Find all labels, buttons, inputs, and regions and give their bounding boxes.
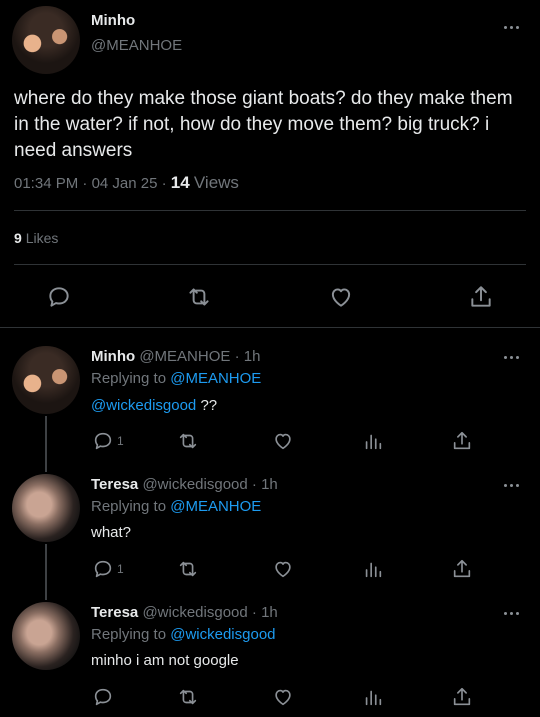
reply-count: 1 (117, 434, 124, 448)
replying-to: Replying to @MEANHOE (91, 369, 261, 389)
views-chart-icon[interactable] (362, 430, 384, 452)
reply-count: 1 (117, 562, 124, 576)
author-name[interactable]: Teresa (91, 476, 138, 493)
views-count: 14 (170, 173, 190, 192)
author-handle[interactable]: @MEANHOE (91, 37, 182, 55)
reply-icon[interactable] (92, 430, 114, 452)
views-chart-icon[interactable] (362, 558, 384, 580)
author-name[interactable]: Teresa (91, 604, 138, 621)
replying-prefix: Replying to (91, 626, 167, 643)
divider (0, 327, 540, 328)
heart-icon[interactable] (272, 558, 294, 580)
heart-icon[interactable] (328, 284, 354, 310)
reply-text-body: ?? (196, 397, 218, 414)
post-date[interactable]: 04 Jan 25 (92, 175, 158, 192)
reply-header: Minho @MEANHOE · 1h (91, 347, 260, 367)
reply-header: Teresa @wickedisgood · 1h (91, 475, 278, 495)
meta-separator: · (161, 175, 171, 192)
replying-to-link[interactable]: @MEANHOE (170, 370, 261, 387)
heart-icon[interactable] (272, 430, 294, 452)
avatar[interactable] (12, 602, 80, 670)
heart-icon[interactable] (272, 686, 294, 708)
meta-separator: · (234, 348, 244, 365)
avatar[interactable] (12, 346, 80, 414)
thread-line (45, 544, 47, 600)
post-age[interactable]: 1h (261, 476, 278, 493)
reply-header: Teresa @wickedisgood · 1h (91, 603, 278, 623)
avatar[interactable] (12, 6, 80, 74)
likes-label: Likes (25, 230, 59, 246)
likes-count: 9 (14, 230, 22, 246)
divider (14, 264, 526, 265)
share-icon[interactable] (451, 430, 473, 452)
reply-text: @wickedisgood ?? (91, 396, 217, 416)
retweet-icon[interactable] (176, 686, 200, 708)
replying-to: Replying to @wickedisgood (91, 625, 276, 645)
post-text: where do they make those giant boats? do… (14, 88, 513, 161)
reply-text: what? (91, 524, 132, 541)
more-icon[interactable] (504, 482, 524, 490)
meta-separator: · (251, 604, 262, 621)
more-icon[interactable] (504, 610, 524, 618)
author-handle[interactable]: @wickedisgood (142, 604, 247, 621)
reply-text: minho i am not google (91, 652, 239, 669)
share-icon[interactable] (468, 284, 494, 310)
share-icon[interactable] (451, 558, 473, 580)
post-age[interactable]: 1h (244, 348, 261, 365)
reply-icon[interactable] (46, 284, 72, 310)
reply-icon[interactable] (92, 686, 114, 708)
retweet-icon[interactable] (176, 558, 200, 580)
share-icon[interactable] (451, 686, 473, 708)
views-chart-icon[interactable] (362, 686, 384, 708)
meta-separator: · (251, 476, 262, 493)
replying-to-link[interactable]: @MEANHOE (170, 498, 261, 515)
meta-separator: · (82, 175, 92, 192)
retweet-icon[interactable] (176, 430, 200, 452)
replying-prefix: Replying to (91, 370, 167, 387)
retweet-icon[interactable] (185, 284, 213, 310)
replying-prefix: Replying to (91, 498, 167, 515)
mention-link[interactable]: @wickedisgood (91, 397, 196, 414)
avatar[interactable] (12, 474, 80, 542)
more-icon[interactable] (504, 24, 524, 32)
likes-stat[interactable]: 9 Likes (14, 229, 58, 247)
replying-to: Replying to @MEANHOE (91, 497, 261, 517)
author-name[interactable]: Minho (91, 348, 135, 365)
author-handle[interactable]: @MEANHOE (139, 348, 230, 365)
thread-line (45, 416, 47, 472)
author-name[interactable]: Minho (91, 12, 135, 30)
reply-icon[interactable] (92, 558, 114, 580)
post-meta: 01:34 PM · 04 Jan 25 · 14 Views (14, 173, 239, 194)
post-time[interactable]: 01:34 PM (14, 175, 78, 192)
views-label: Views (193, 173, 239, 192)
replying-to-link[interactable]: @wickedisgood (170, 626, 275, 643)
more-icon[interactable] (504, 354, 524, 362)
divider (14, 210, 526, 211)
post-age[interactable]: 1h (261, 604, 278, 621)
author-handle[interactable]: @wickedisgood (142, 476, 247, 493)
